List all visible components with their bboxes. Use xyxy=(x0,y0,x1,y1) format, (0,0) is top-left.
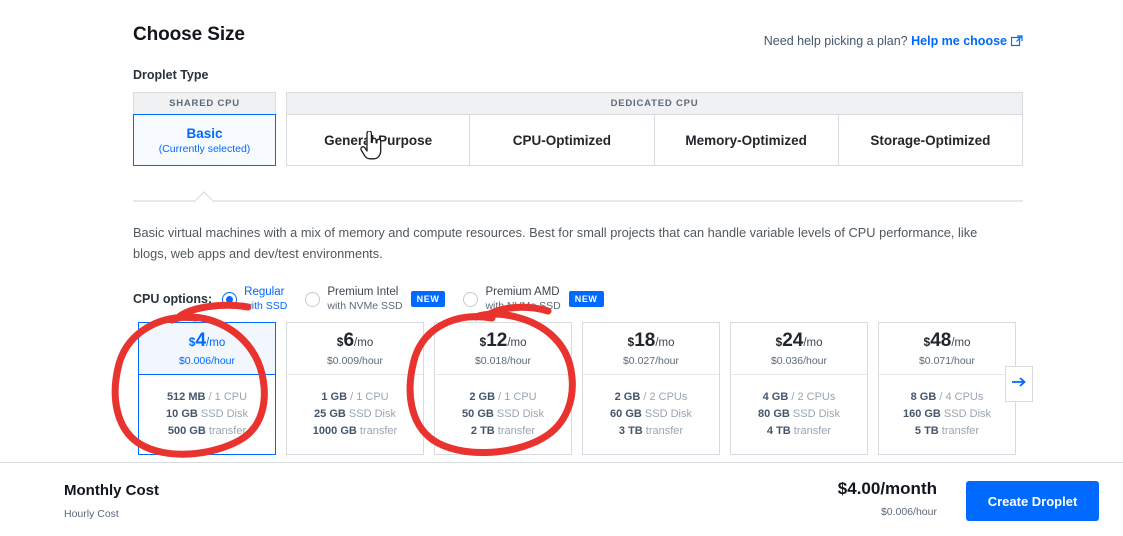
cpu-options-row: CPU options: Regular with SSD Premium In… xyxy=(133,284,622,314)
cost-footer-bar: Monthly Cost Hourly Cost $4.00/month $0.… xyxy=(0,462,1123,536)
tab-basic[interactable]: Basic (Currently selected) xyxy=(133,114,276,166)
page-header: Choose Size Need help picking a plan? He… xyxy=(133,22,1023,52)
tab-basic-sublabel: (Currently selected) xyxy=(158,142,251,155)
create-droplet-button[interactable]: Create Droplet xyxy=(966,481,1099,521)
tab-memory-optimized[interactable]: Memory-Optimized xyxy=(654,114,839,166)
monthly-cost-label: Monthly Cost xyxy=(64,482,159,499)
plan-card-24-price-section: $24/mo $0.036/hour xyxy=(731,323,867,375)
radio-regular[interactable] xyxy=(222,291,238,307)
plan-card-4[interactable]: $4/mo $0.006/hour 512 MB / 1 CPU 10 GB S… xyxy=(138,322,276,455)
tab-storage-optimized-label: Storage-Optimized xyxy=(870,132,991,148)
help-me-choose-link[interactable]: Help me choose xyxy=(911,34,1007,48)
plan-card-6[interactable]: $6/mo $0.009/hour 1 GB / 1 CPU 25 GB SSD… xyxy=(286,322,424,455)
plan-card-4-price: $4/mo xyxy=(188,329,226,351)
tab-storage-optimized[interactable]: Storage-Optimized xyxy=(838,114,1023,166)
cpu-option-premium-amd-subtitle: with NVMe SSD xyxy=(485,299,561,312)
shared-cpu-group-label: SHARED CPU xyxy=(133,92,276,114)
plans-next-button[interactable] xyxy=(1005,366,1033,402)
plan-card-48[interactable]: $48/mo $0.071/hour 8 GB / 4 CPUs 160 GB … xyxy=(878,322,1016,455)
tab-cpu-optimized[interactable]: CPU-Optimized xyxy=(470,114,655,166)
page-title: Choose Size xyxy=(133,24,245,45)
plan-card-12-specs: 2 GB / 1 CPU 50 GB SSD Disk 2 TB transfe… xyxy=(462,391,544,437)
plan-card-24-hourly: $0.036/hour xyxy=(770,354,828,367)
plan-card-4-specs: 512 MB / 1 CPU 10 GB SSD Disk 500 GB tra… xyxy=(166,391,248,437)
plan-card-24[interactable]: $24/mo $0.036/hour 4 GB / 2 CPUs 80 GB S… xyxy=(730,322,868,455)
plan-card-4-hourly: $0.006/hour xyxy=(178,354,236,367)
droplet-type-label: Droplet Type xyxy=(133,68,209,82)
plan-card-48-specs: 8 GB / 4 CPUs 160 GB SSD Disk 5 TB trans… xyxy=(902,391,992,437)
arrow-right-icon xyxy=(1011,375,1027,393)
plan-card-4-price-section: $4/mo $0.006/hour xyxy=(139,323,275,375)
radio-premium-amd[interactable] xyxy=(463,291,479,307)
external-link-icon xyxy=(1010,30,1023,56)
help-picking-plan: Need help picking a plan? Help me choose xyxy=(764,28,1023,56)
plan-card-24-specs: 4 GB / 2 CPUs 80 GB SSD Disk 4 TB transf… xyxy=(758,391,840,437)
shared-cpu-group: SHARED CPU Basic (Currently selected) xyxy=(133,92,276,166)
plan-card-18-price: $18/mo xyxy=(627,329,675,351)
cpu-option-premium-amd[interactable]: Premium AMD with NVMe SSD NEW xyxy=(463,285,604,313)
plan-card-6-specs: 1 GB / 1 CPU 25 GB SSD Disk 1000 GB tran… xyxy=(312,391,398,437)
cpu-option-premium-intel[interactable]: Premium Intel with NVMe SSD NEW xyxy=(305,285,446,313)
hourly-cost-label: Hourly Cost xyxy=(64,508,119,520)
monthly-cost-value: $4.00/month xyxy=(837,479,937,498)
tab-basic-label: Basic xyxy=(186,125,223,141)
plan-card-12[interactable]: $12/mo $0.018/hour 2 GB / 1 CPU 50 GB SS… xyxy=(434,322,572,455)
tab-general-purpose[interactable]: General Purpose xyxy=(286,114,471,166)
cpu-option-premium-intel-title: Premium Intel xyxy=(327,285,399,298)
plan-card-48-price: $48/mo xyxy=(923,329,971,351)
cpu-option-regular-title: Regular xyxy=(244,285,285,298)
cpu-option-regular-subtitle: with SSD xyxy=(244,299,288,312)
cpu-option-premium-amd-title: Premium AMD xyxy=(485,285,560,298)
cpu-option-premium-intel-subtitle: with NVMe SSD xyxy=(327,299,403,312)
selected-tab-caret-divider xyxy=(133,191,1023,202)
cpu-option-regular[interactable]: Regular with SSD xyxy=(222,286,287,313)
plan-card-12-hourly: $0.018/hour xyxy=(474,354,532,367)
choose-size-page: Choose Size Need help picking a plan? He… xyxy=(0,0,1123,462)
plan-card-6-price: $6/mo xyxy=(336,329,374,351)
new-badge-amd: NEW xyxy=(568,291,604,307)
radio-premium-intel[interactable] xyxy=(305,291,321,307)
plan-card-12-price: $12/mo xyxy=(479,329,527,351)
dedicated-cpu-group-label: DEDICATED CPU xyxy=(286,92,1023,114)
plan-card-48-price-section: $48/mo $0.071/hour xyxy=(879,323,1015,375)
droplet-type-tabs: SHARED CPU Basic (Currently selected) DE… xyxy=(133,92,1023,166)
hourly-cost-value: $0.006/hour xyxy=(880,506,937,518)
plan-cards-list: $4/mo $0.006/hour 512 MB / 1 CPU 10 GB S… xyxy=(138,322,1026,455)
plan-card-18-price-section: $18/mo $0.027/hour xyxy=(583,323,719,375)
plan-card-24-price: $24/mo xyxy=(775,329,823,351)
tab-cpu-optimized-label: CPU-Optimized xyxy=(512,132,611,148)
plan-card-18-specs: 2 GB / 2 CPUs 60 GB SSD Disk 3 TB transf… xyxy=(610,391,692,437)
plan-card-18[interactable]: $18/mo $0.027/hour 2 GB / 2 CPUs 60 GB S… xyxy=(582,322,720,455)
tab-general-purpose-label: General Purpose xyxy=(324,132,433,148)
plan-card-6-price-section: $6/mo $0.009/hour xyxy=(287,323,423,375)
dedicated-cpu-group: DEDICATED CPU General Purpose CPU-Optimi… xyxy=(286,92,1023,166)
help-prefix-text: Need help picking a plan? xyxy=(763,34,908,48)
droplet-type-description: Basic virtual machines with a mix of mem… xyxy=(133,225,978,261)
plan-card-12-price-section: $12/mo $0.018/hour xyxy=(435,323,571,375)
plan-card-18-hourly: $0.027/hour xyxy=(622,354,680,367)
tab-memory-optimized-label: Memory-Optimized xyxy=(685,132,807,148)
new-badge-intel: NEW xyxy=(410,291,446,307)
plan-card-6-hourly: $0.009/hour xyxy=(326,354,384,367)
plan-card-48-hourly: $0.071/hour xyxy=(918,354,976,367)
cpu-options-label: CPU options: xyxy=(133,292,213,306)
